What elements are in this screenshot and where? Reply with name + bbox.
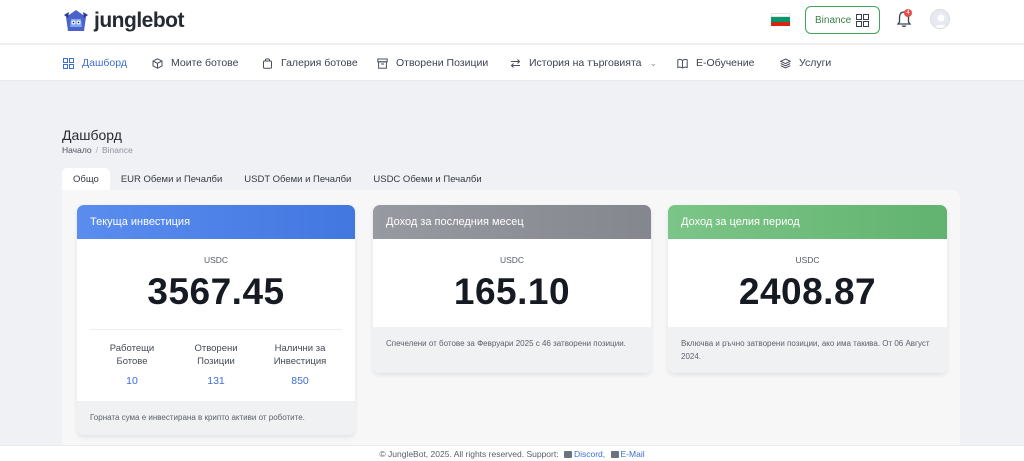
- nav-label: Галерия ботове: [281, 57, 358, 69]
- breadcrumb-separator: /: [95, 145, 98, 155]
- nav-label: Е-Обучение: [696, 57, 755, 69]
- nav-label: Дашборд: [82, 57, 127, 69]
- apps-grid-icon: [856, 14, 869, 27]
- cube-icon: [152, 57, 163, 69]
- footer-copyright: © JungleBot, 2025. All rights reserved. …: [379, 449, 559, 459]
- brand-logo[interactable]: junglebot: [62, 6, 184, 36]
- current-investment-value: 3567.45: [147, 271, 285, 312]
- card-header: Текуща инвестиция: [77, 205, 355, 239]
- main-navigation: Дашборд Моите ботове Галерия ботове Отво…: [0, 45, 1024, 81]
- chevron-down-icon: ⌄: [649, 57, 658, 68]
- stat-label-line2: Инвестиция: [273, 356, 327, 367]
- card-footer-note: Спечелени от ботове за Февруари 2025 с 4…: [373, 327, 651, 373]
- stat-open-positions: Отворени Позиции 131: [174, 330, 258, 387]
- breadcrumb: Начало / Binance: [62, 145, 133, 155]
- user-silhouette-icon: [934, 14, 948, 28]
- card-footer-note: Горната сума е инвестирана в крипто акти…: [77, 401, 355, 435]
- tab-eur[interactable]: EUR Обеми и Печалби: [110, 168, 233, 190]
- exchange-label: Binance: [815, 14, 852, 26]
- investment-stats: Работещи Ботове 10 Отворени Позиции 131 …: [90, 329, 342, 387]
- total-income-card: Доход за целия период USDC 2408.87 Включ…: [668, 205, 947, 373]
- layers-icon: [780, 57, 791, 69]
- tab-usdc[interactable]: USDC Обеми и Печалби: [362, 168, 492, 190]
- tab-usdt[interactable]: USDT Обеми и Печалби: [233, 168, 362, 190]
- stat-label: Налични за Инвестиция: [258, 342, 342, 368]
- flag-stripe-red: [771, 21, 790, 26]
- current-investment-card: Текуща инвестиция USDC 3567.45 Работещи …: [77, 205, 355, 435]
- stat-label-line2: Ботове: [116, 356, 148, 367]
- nav-item-dashboard[interactable]: Дашборд: [63, 45, 127, 81]
- language-flag-icon[interactable]: [771, 13, 790, 26]
- card-header: Доход за целия период: [668, 205, 947, 239]
- stat-label-line2: Позиции: [197, 356, 235, 367]
- notification-count-badge: 4: [904, 9, 912, 17]
- stat-label: Отворени Позиции: [174, 342, 258, 368]
- breadcrumb-current: Binance: [102, 145, 133, 155]
- nav-item-e-learning[interactable]: Е-Обучение: [677, 45, 755, 81]
- dashboard-tabs: Общо EUR Обеми и Печалби USDT Обеми и Пе…: [62, 168, 493, 190]
- nav-label: История на търговията: [529, 57, 642, 69]
- page-footer: © JungleBot, 2025. All rights reserved. …: [0, 445, 1024, 461]
- card-currency: USDC: [499, 255, 525, 265]
- exchange-selector-button[interactable]: Binance: [805, 6, 880, 34]
- discord-icon: [563, 451, 572, 458]
- nav-item-my-bots[interactable]: Моите ботове: [152, 45, 238, 81]
- stat-label-line1: Налични за: [274, 343, 326, 354]
- stat-label-line1: Отворени: [194, 343, 238, 354]
- card-header: Доход за последния месец: [373, 205, 651, 239]
- card-footer-note: Включва и ръчно затворени позиции, ако и…: [668, 327, 947, 373]
- total-income-value: 2408.87: [738, 271, 877, 312]
- card-currency: USDC: [795, 255, 820, 265]
- nav-item-trade-history[interactable]: История на търговията ⌄: [510, 45, 657, 81]
- nav-label: Услуги: [799, 57, 832, 69]
- nav-label: Моите ботове: [171, 57, 239, 69]
- nav-item-bot-gallery[interactable]: Галерия ботове: [262, 45, 358, 81]
- book-icon: [677, 58, 688, 69]
- stat-label-line1: Работещи: [109, 343, 155, 354]
- last-month-income-value: 165.10: [453, 271, 571, 312]
- page-title: Дашборд: [62, 127, 122, 143]
- card-currency: USDC: [203, 255, 229, 265]
- tab-overview[interactable]: Общо: [62, 168, 110, 190]
- robot-logo-icon: [64, 10, 88, 31]
- discord-link[interactable]: Discord,: [574, 449, 605, 459]
- stat-value[interactable]: 10: [90, 375, 174, 387]
- dashboard-grid-icon: [63, 57, 74, 69]
- last-month-income-card: Доход за последния месец USDC 165.10 Спе…: [373, 205, 651, 373]
- swap-icon: [510, 58, 521, 68]
- user-avatar[interactable]: [930, 9, 950, 29]
- stat-running-bots: Работещи Ботове 10: [90, 330, 174, 387]
- email-icon: [610, 451, 619, 458]
- archive-icon: [377, 58, 388, 69]
- stat-value[interactable]: 131: [174, 375, 258, 387]
- brand-name: junglebot: [94, 9, 184, 32]
- email-link[interactable]: E-Mail: [621, 449, 645, 459]
- tab-content-panel: Текуща инвестиция USDC 3567.45 Работещи …: [62, 190, 960, 461]
- stat-value[interactable]: 850: [258, 375, 342, 387]
- breadcrumb-home-link[interactable]: Начало: [62, 145, 92, 155]
- bag-icon: [263, 57, 272, 69]
- stat-available-for-investment: Налични за Инвестиция 850: [258, 330, 342, 387]
- top-bar: junglebot Binance 4: [0, 0, 1024, 44]
- nav-label: Отворени Позиции: [396, 57, 489, 69]
- nav-item-services[interactable]: Услуги: [780, 45, 831, 81]
- nav-item-open-positions[interactable]: Отворени Позиции: [377, 45, 488, 81]
- stat-label: Работещи Ботове: [90, 342, 174, 368]
